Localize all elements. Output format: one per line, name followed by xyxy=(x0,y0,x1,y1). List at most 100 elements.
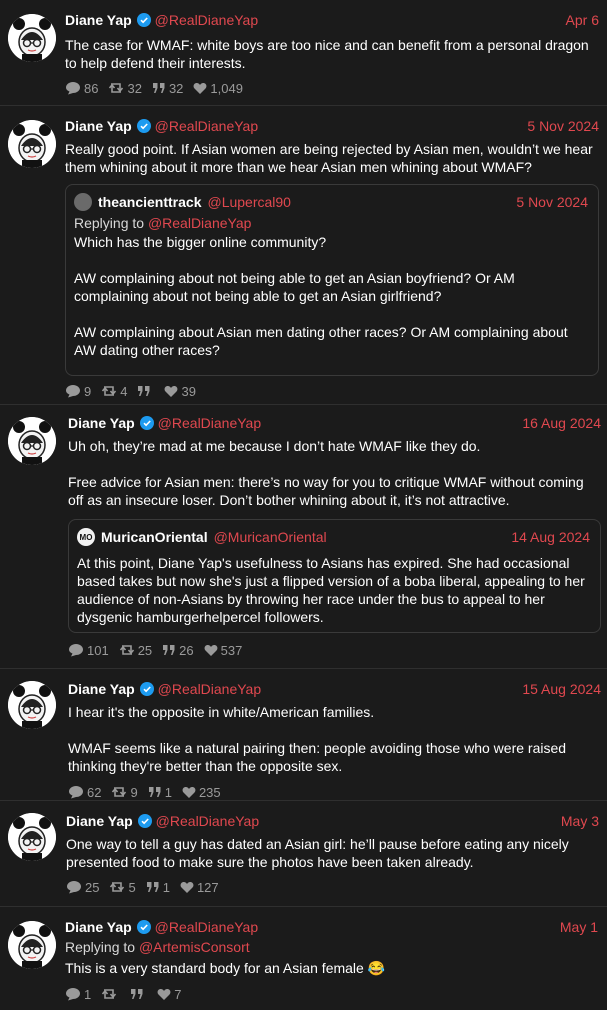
author-name[interactable]: Diane Yap xyxy=(65,919,132,935)
quoted-date[interactable]: 5 Nov 2024 xyxy=(516,194,588,210)
retweet-button[interactable]: 9 xyxy=(111,785,138,800)
heart-icon xyxy=(193,82,207,94)
quoted-author-name[interactable]: theancienttrack xyxy=(98,194,201,210)
reply-button[interactable]: 101 xyxy=(68,643,109,658)
author-handle[interactable]: @RealDianeYap xyxy=(155,118,258,134)
quote-button[interactable] xyxy=(130,987,147,1001)
like-button[interactable]: 39 xyxy=(164,383,196,399)
quote-button[interactable]: 1 xyxy=(146,880,170,895)
verified-badge-icon xyxy=(136,119,151,133)
retweet-count: 5 xyxy=(128,879,136,895)
retweet-icon xyxy=(102,386,117,396)
reply-button[interactable]: 25 xyxy=(66,880,99,895)
like-count: 7 xyxy=(174,986,182,1002)
tweet-date[interactable]: 5 Nov 2024 xyxy=(527,118,599,134)
quote-button[interactable] xyxy=(137,384,154,398)
quote-icon xyxy=(152,83,165,93)
avatar[interactable] xyxy=(8,14,56,62)
quoted-author-handle[interactable]: @MuricanOriental xyxy=(214,529,327,545)
reply-icon xyxy=(66,82,80,95)
author-handle[interactable]: @RealDianeYap xyxy=(158,415,261,431)
tweet-stats: 25 5 1 127 xyxy=(66,878,599,896)
avatar[interactable] xyxy=(8,417,56,465)
retweet-button[interactable] xyxy=(101,987,120,1001)
like-count: 127 xyxy=(196,879,219,895)
tweet-date[interactable]: May 3 xyxy=(561,813,599,829)
verified-badge-icon xyxy=(137,814,152,828)
tweet-text: One way to tell a guy has dated an Asian… xyxy=(66,836,573,870)
quote-count: 1 xyxy=(162,879,170,895)
heart-icon xyxy=(182,786,196,798)
heart-icon xyxy=(204,644,218,656)
tweet-date[interactable]: Apr 6 xyxy=(566,12,599,28)
retweet-button[interactable]: 32 xyxy=(108,81,142,96)
quoted-author-name[interactable]: MuricanOriental xyxy=(101,529,208,545)
quoted-author-handle[interactable]: @Lupercal90 xyxy=(207,194,291,210)
author-name[interactable]: Diane Yap xyxy=(65,118,132,134)
like-button[interactable]: 127 xyxy=(180,880,219,895)
retweet-count: 25 xyxy=(137,642,153,658)
tweet[interactable]: Diane Yap @RealDianeYap Apr 6 The case f… xyxy=(0,0,607,106)
like-count: 1,049 xyxy=(210,80,243,96)
reply-button[interactable]: 86 xyxy=(65,81,98,96)
author-handle[interactable]: @RealDianeYap xyxy=(158,681,261,697)
quoted-tweet[interactable]: MO MuricanOriental @MuricanOriental 14 A… xyxy=(68,519,601,633)
quoted-avatar[interactable] xyxy=(74,193,92,211)
like-button[interactable]: 537 xyxy=(204,642,243,658)
author-handle[interactable]: @RealDianeYap xyxy=(155,919,258,935)
tweet-body: Diane Yap @RealDianeYap May 1 Replying t… xyxy=(65,917,598,1003)
author-name[interactable]: Diane Yap xyxy=(66,813,133,829)
author-name[interactable]: Diane Yap xyxy=(65,12,132,28)
reply-button[interactable]: 9 xyxy=(65,384,91,399)
quote-button[interactable]: 26 xyxy=(162,643,194,658)
replying-label: Replying to xyxy=(74,215,145,231)
tweet-stats: 62 9 1 235 xyxy=(68,783,601,801)
quoted-tweet[interactable]: theancienttrack @Lupercal90 5 Nov 2024 R… xyxy=(65,184,599,376)
tweet-text: Really good point. If Asian women are be… xyxy=(65,141,597,175)
panda-avatar-icon xyxy=(8,14,56,62)
like-button[interactable]: 1,049 xyxy=(193,81,243,96)
avatar[interactable] xyxy=(8,681,56,729)
tweet-date[interactable]: May 1 xyxy=(560,919,598,935)
reply-count: 9 xyxy=(84,383,92,399)
retweet-button[interactable]: 4 xyxy=(101,384,127,399)
quote-button[interactable]: 32 xyxy=(152,81,183,96)
quote-count: 1 xyxy=(164,784,172,800)
tweet-body: Diane Yap @RealDianeYap 15 Aug 2024 I he… xyxy=(68,679,601,801)
like-count: 235 xyxy=(198,784,221,800)
tweet-date[interactable]: 16 Aug 2024 xyxy=(522,415,601,431)
like-count: 537 xyxy=(220,642,243,658)
panda-avatar-icon xyxy=(8,681,56,729)
author-handle[interactable]: @RealDianeYap xyxy=(155,12,258,28)
retweet-button[interactable]: 5 xyxy=(109,879,136,895)
replying-handle[interactable]: @RealDianeYap xyxy=(148,215,251,231)
retweet-icon xyxy=(112,787,127,797)
avatar[interactable] xyxy=(8,813,56,861)
quoted-date[interactable]: 14 Aug 2024 xyxy=(511,529,590,545)
reply-button[interactable]: 62 xyxy=(68,785,101,800)
reply-icon xyxy=(66,385,80,398)
author-name[interactable]: Diane Yap xyxy=(68,415,135,431)
tweet-stats: 86 32 32 1,049 xyxy=(65,79,599,97)
avatar[interactable] xyxy=(8,921,56,969)
quote-button[interactable]: 1 xyxy=(148,785,172,800)
quoted-text: At this point, Diane Yap's usefulness to… xyxy=(77,555,589,625)
avatar[interactable] xyxy=(8,120,56,168)
tweet-date[interactable]: 15 Aug 2024 xyxy=(522,681,601,697)
retweet-icon xyxy=(102,989,117,999)
like-button[interactable]: 7 xyxy=(157,987,181,1002)
reply-button[interactable]: 1 xyxy=(65,987,91,1002)
verified-badge-icon xyxy=(139,416,154,430)
reply-count: 86 xyxy=(84,80,99,96)
like-button[interactable]: 235 xyxy=(182,785,221,800)
replying-label: Replying to xyxy=(65,939,136,955)
quote-count: 32 xyxy=(168,80,184,96)
quoted-text: Which has the bigger online community? A… xyxy=(74,234,568,358)
replying-handle[interactable]: @ArtemisConsort xyxy=(139,939,250,955)
author-name[interactable]: Diane Yap xyxy=(68,681,135,697)
author-handle[interactable]: @RealDianeYap xyxy=(156,813,259,829)
retweet-button[interactable]: 25 xyxy=(119,643,152,658)
quoted-avatar[interactable]: MO xyxy=(77,528,95,546)
reply-icon xyxy=(67,881,81,894)
like-count: 39 xyxy=(181,383,196,399)
